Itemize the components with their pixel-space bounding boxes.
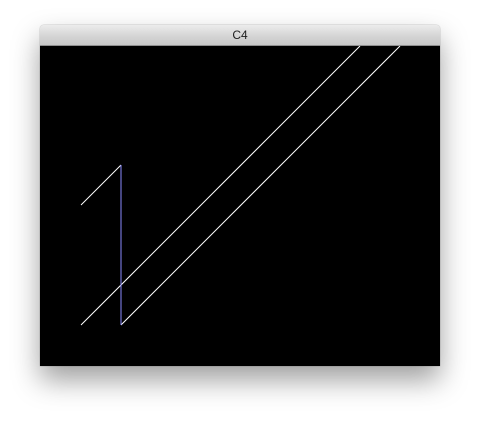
window-title: C4 [232, 28, 248, 42]
diagonal-line-right [120, 46, 401, 326]
title-bar[interactable]: C4 [40, 25, 440, 46]
diagonal-line-left [80, 46, 361, 326]
short-diagonal-line [80, 164, 122, 206]
drawing-canvas[interactable] [40, 46, 440, 366]
canvas-svg [80, 46, 401, 326]
app-window: C4 [40, 25, 440, 366]
